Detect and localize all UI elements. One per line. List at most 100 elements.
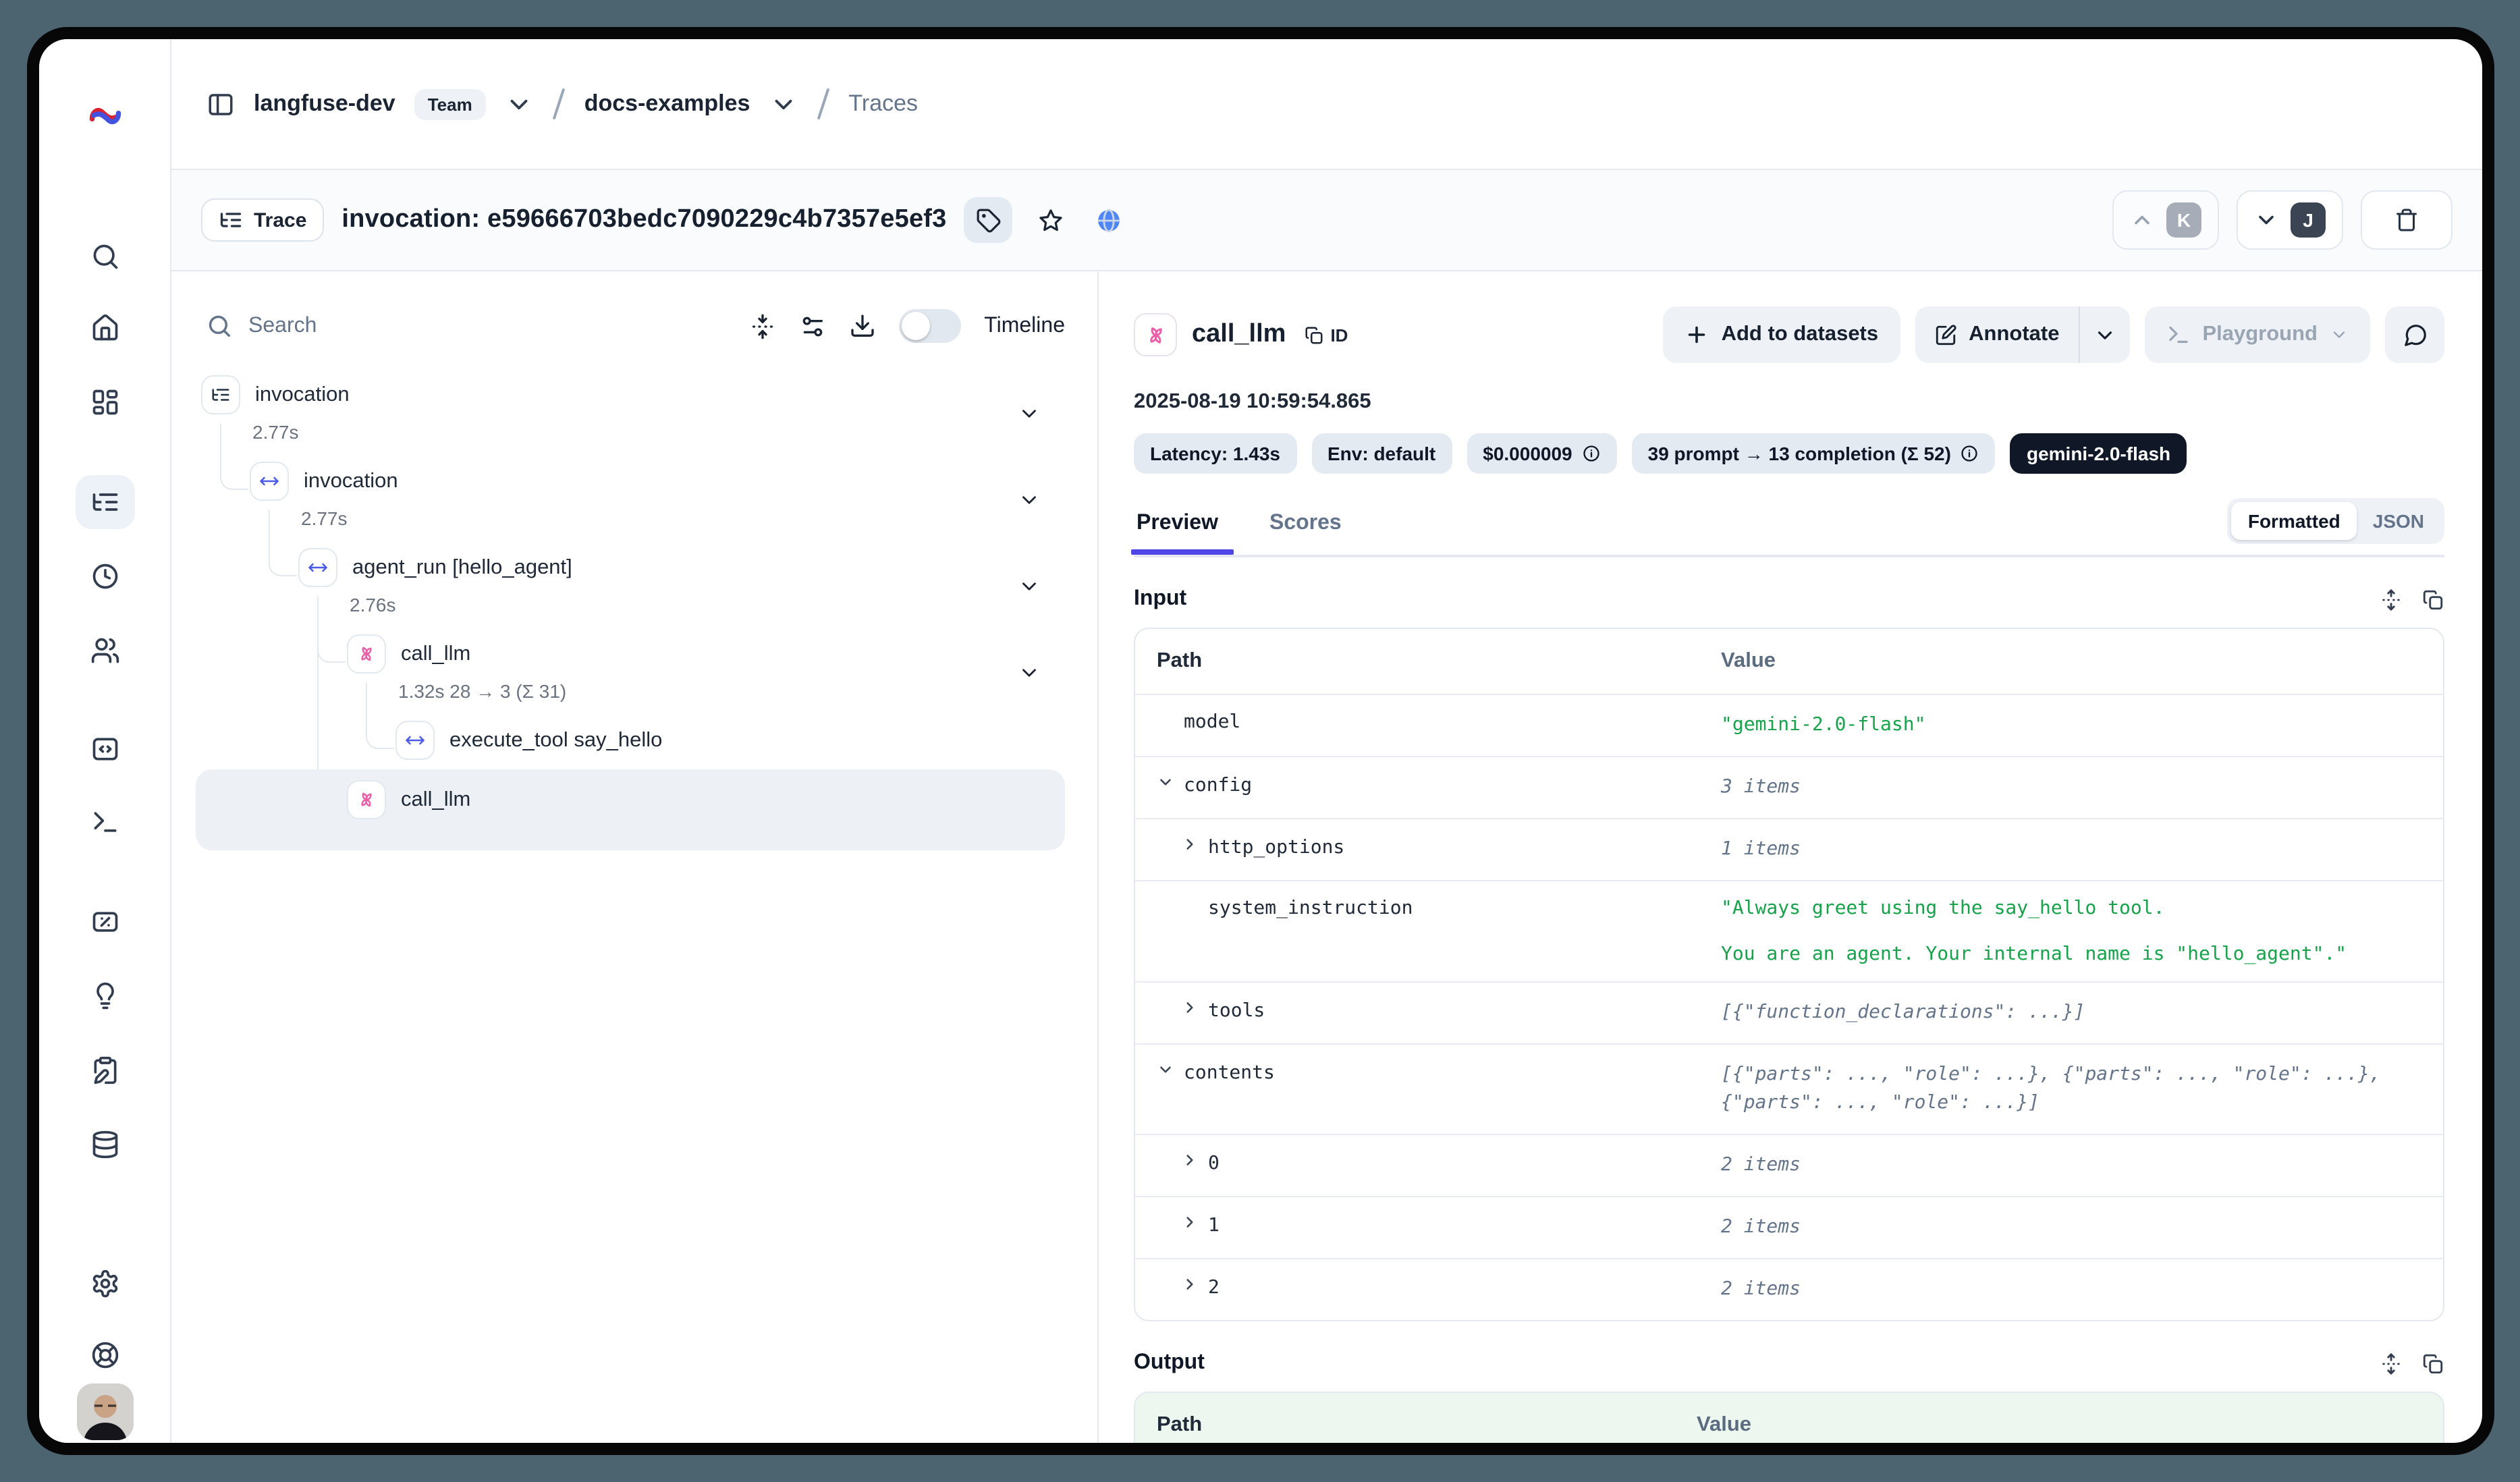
- tree-node-metrics: 2.76s: [171, 594, 1078, 615]
- copy-id-button[interactable]: ID: [1303, 325, 1348, 345]
- prompts-icon[interactable]: [75, 722, 134, 776]
- kv-row-contents[interactable]: contents [{"parts": ..., "role": ...}, {…: [1135, 1043, 2443, 1134]
- tab-preview[interactable]: Preview: [1134, 501, 1221, 552]
- environment-chevron-down-icon[interactable]: [769, 90, 797, 118]
- next-trace-button[interactable]: J: [2237, 190, 2343, 250]
- breadcrumb-section[interactable]: Traces: [848, 90, 918, 117]
- row-expander-closed[interactable]: [1181, 1213, 1208, 1231]
- format-option-formatted[interactable]: Formatted: [2232, 502, 2357, 540]
- tree-node-call-llm[interactable]: call_llm 1.32s 28 → 3 (Σ 31): [171, 634, 1078, 702]
- copy-section-icon[interactable]: [2421, 588, 2444, 611]
- settings-gear-icon[interactable]: [75, 1257, 134, 1311]
- collapse-chevron-icon[interactable]: [1018, 489, 1041, 518]
- star-icon[interactable]: [1031, 200, 1071, 240]
- timeline-toggle[interactable]: [899, 309, 961, 343]
- playground-terminal-icon[interactable]: [75, 795, 134, 849]
- row-expander-open[interactable]: [1157, 773, 1184, 791]
- annotation-queues-icon[interactable]: [75, 1043, 134, 1097]
- home-icon[interactable]: [75, 301, 134, 355]
- kv-value: 3 items: [1699, 756, 2443, 818]
- delete-trace-button[interactable]: [2361, 190, 2453, 250]
- kv-row-model[interactable]: model "gemini-2.0-flash": [1135, 694, 2443, 756]
- tree-node-agent-run-hello-agent-[interactable]: agent_run [hello_agent] 2.76s: [171, 548, 1078, 615]
- output-section-header: Output: [1134, 1351, 2444, 1375]
- sidebar-toggle-icon[interactable]: [207, 90, 235, 118]
- breadcrumb-project[interactable]: langfuse-dev: [254, 90, 395, 117]
- detail-tabs: Preview Scores Formatted JSON: [1134, 498, 2444, 557]
- kv-value: 2 items: [1699, 1134, 2443, 1196]
- metric-badge: Env: default: [1311, 433, 1452, 474]
- tree-node-call-llm[interactable]: call_llm 1.43s 39 → 13 (Σ 52): [171, 780, 1078, 848]
- langfuse-logo-icon: [87, 99, 122, 134]
- public-globe-icon[interactable]: [1089, 200, 1129, 240]
- tree-node-metrics: 1.32s 28 → 3 (Σ 31): [171, 680, 1078, 702]
- tree-node-invocation[interactable]: invocation 2.77s: [171, 462, 1078, 529]
- download-icon[interactable]: [849, 312, 876, 339]
- tree-node-execute-tool-say-hello[interactable]: execute_tool say_hello: [171, 721, 1078, 760]
- collapse-all-icon[interactable]: [749, 312, 776, 339]
- kv-key: config: [1184, 775, 1252, 796]
- annotate-button[interactable]: Annotate: [1915, 306, 2078, 363]
- trace-title: invocation: e59666703bedc7090229c4b7357e…: [341, 205, 946, 235]
- user-avatar[interactable]: [76, 1383, 133, 1440]
- content-row: Search Timeline: [171, 271, 2482, 1443]
- search-input[interactable]: Search: [207, 313, 726, 339]
- input-title: Input: [1134, 587, 1186, 611]
- row-expander-closed[interactable]: [1181, 1275, 1208, 1293]
- kv-row-tools[interactable]: tools [{"function_declarations": ...}]: [1135, 981, 2443, 1043]
- kv-value: "Always greet using the say_hello tool.Y…: [1699, 880, 2443, 981]
- desktop-background: langfuse-dev Team docs-examples Traces T…: [0, 0, 2520, 1482]
- tree-node-invocation[interactable]: invocation 2.77s: [171, 375, 1078, 443]
- insights-bulb-icon[interactable]: [75, 969, 134, 1023]
- kv-row-config[interactable]: config 3 items: [1135, 756, 2443, 818]
- tag-icon[interactable]: [964, 197, 1013, 243]
- format-option-json[interactable]: JSON: [2357, 502, 2440, 540]
- playground-button[interactable]: Playground: [2144, 306, 2370, 363]
- kv-key: http_options: [1208, 837, 1344, 858]
- dashboards-icon[interactable]: [75, 375, 134, 429]
- expand-section-icon[interactable]: [2380, 1352, 2403, 1375]
- expand-section-icon[interactable]: [2380, 588, 2403, 611]
- app-window: langfuse-dev Team docs-examples Traces T…: [27, 27, 2494, 1455]
- row-expander-closed[interactable]: [1181, 1151, 1208, 1169]
- tree-settings-icon[interactable]: [799, 312, 826, 339]
- kv-row-system_instruction[interactable]: system_instruction "Always greet using t…: [1135, 880, 2443, 981]
- info-icon[interactable]: [1961, 444, 1979, 463]
- collapse-chevron-icon[interactable]: [1018, 575, 1041, 605]
- scores-icon[interactable]: [75, 895, 134, 949]
- annotate-dropdown-button[interactable]: [2079, 306, 2129, 363]
- tracing-icon[interactable]: [75, 475, 134, 529]
- row-expander-open[interactable]: [1157, 1061, 1184, 1078]
- pen-square-icon: [1934, 323, 1956, 346]
- observation-title: call_llm: [1192, 320, 1286, 350]
- trace-icon: [201, 375, 240, 414]
- collapse-chevron-icon[interactable]: [1018, 402, 1041, 432]
- project-chevron-down-icon[interactable]: [505, 90, 533, 118]
- shortcut-key-k: K: [2166, 202, 2201, 238]
- comments-button[interactable]: [2385, 306, 2444, 363]
- copy-section-icon[interactable]: [2421, 1352, 2444, 1375]
- kv-row-2[interactable]: 2 2 items: [1135, 1258, 2443, 1320]
- output-title: Output: [1134, 1351, 1205, 1375]
- sessions-clock-icon[interactable]: [75, 549, 134, 603]
- tab-scores[interactable]: Scores: [1267, 501, 1344, 552]
- kv-row-0[interactable]: 0 2 items: [1135, 1134, 2443, 1196]
- kv-row-http_options[interactable]: http_options 1 items: [1135, 818, 2443, 880]
- row-expander-closed[interactable]: [1181, 835, 1208, 853]
- row-expander-closed[interactable]: [1181, 999, 1208, 1016]
- collapse-chevron-icon[interactable]: [1018, 661, 1041, 691]
- support-lifebuoy-icon[interactable]: [75, 1328, 134, 1382]
- metric-badge: $0.000009: [1467, 433, 1616, 474]
- datasets-icon[interactable]: [75, 1118, 134, 1172]
- span-icon: [298, 548, 337, 587]
- info-icon[interactable]: [1582, 444, 1601, 463]
- previous-trace-button[interactable]: K: [2112, 190, 2219, 250]
- chevron-down-icon: [2093, 323, 2116, 346]
- add-to-datasets-button[interactable]: Add to datasets: [1664, 306, 1900, 363]
- metric-badge: Latency: 1.43s: [1134, 433, 1296, 474]
- breadcrumb-environment[interactable]: docs-examples: [584, 90, 750, 117]
- users-icon[interactable]: [75, 624, 134, 678]
- kv-row-1[interactable]: 1 2 items: [1135, 1196, 2443, 1258]
- kv-value: [{"parts": ..., "role": ...}, {"parts": …: [1699, 1043, 2443, 1134]
- search-nav-icon[interactable]: [75, 229, 134, 283]
